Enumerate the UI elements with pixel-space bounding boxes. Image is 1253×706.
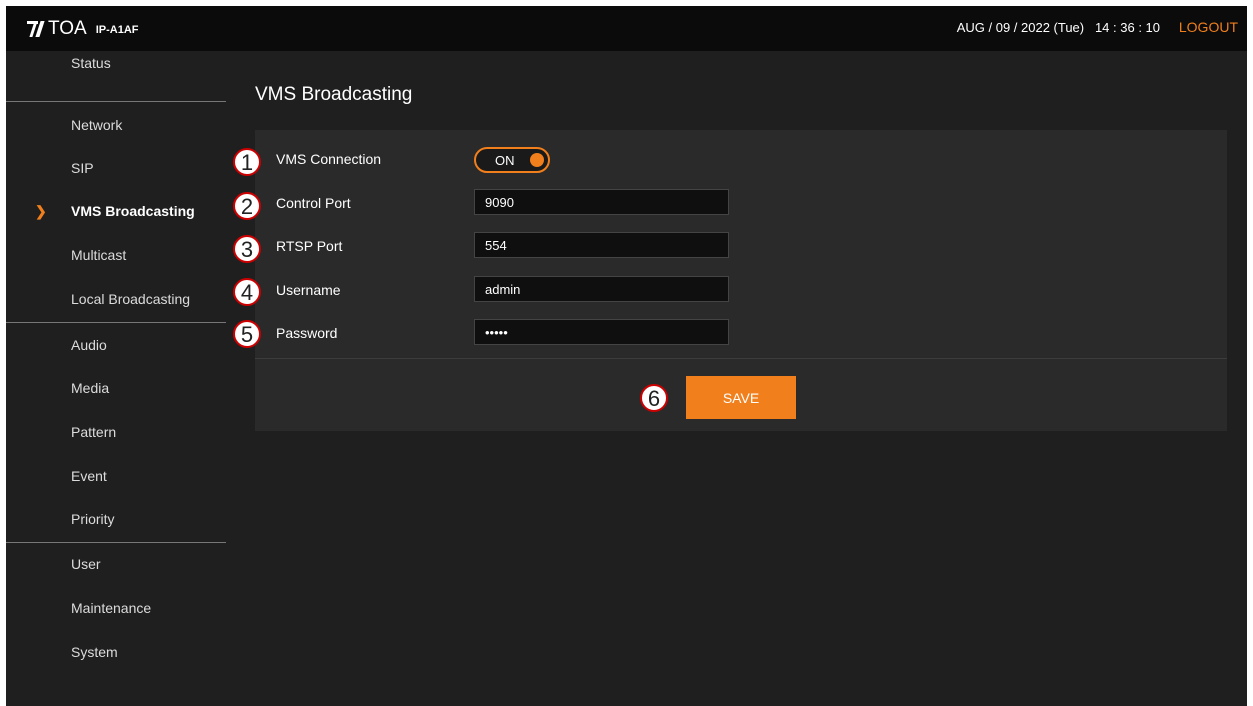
sidebar-divider — [6, 101, 226, 102]
brand-name: TOA — [48, 18, 87, 39]
callout-4-badge: 4 — [233, 278, 261, 306]
sidebar-item-label: Network — [71, 117, 123, 133]
password-label: Password — [276, 325, 338, 341]
sidebar-item-label: Status — [71, 55, 111, 71]
sidebar-item-maintenance[interactable]: Maintenance — [6, 587, 226, 630]
sidebar-item-sip[interactable]: SIP — [6, 147, 226, 190]
sidebar-item-audio[interactable]: Audio — [6, 323, 226, 366]
rtsp-port-label: RTSP Port — [276, 238, 343, 254]
toggle-state-text: ON — [495, 153, 515, 168]
vms-connection-toggle[interactable]: ON — [474, 147, 550, 173]
rtsp-port-input[interactable]: 554 — [474, 232, 729, 258]
sidebar-item-status[interactable]: Status — [6, 51, 226, 94]
sidebar-item-label: System — [71, 644, 118, 660]
sidebar-item-label: Multicast — [71, 247, 127, 263]
page-title: VMS Broadcasting — [255, 84, 413, 105]
sidebar-item-label: Audio — [71, 337, 107, 353]
toggle-knob — [530, 153, 544, 167]
vms-connection-label: VMS Connection — [276, 151, 382, 167]
sidebar-item-label: User — [71, 556, 101, 572]
callout-2-badge: 2 — [233, 192, 261, 220]
username-input[interactable]: admin — [474, 276, 729, 302]
app-frame: TOA IP-A1AF AUG / 09 / 2022 (Tue) 14 : 3… — [6, 6, 1247, 706]
callout-6-badge: 6 — [640, 384, 668, 412]
sidebar-item-media[interactable]: Media — [6, 366, 226, 409]
sidebar-item-pattern[interactable]: Pattern — [6, 411, 226, 454]
save-button[interactable]: SAVE — [686, 376, 796, 419]
settings-panel: VMS Connection ON Control Port 9090 RTSP… — [255, 130, 1227, 431]
password-input[interactable]: ••••• — [474, 319, 729, 345]
sidebar-item-label: Pattern — [71, 424, 117, 440]
sidebar-item-network[interactable]: Network — [6, 105, 226, 148]
username-label: Username — [276, 282, 341, 298]
device-model: IP-A1AF — [95, 24, 139, 36]
callout-1-badge: 1 — [233, 148, 261, 176]
sidebar-item-label: Priority — [71, 511, 115, 527]
control-port-label: Control Port — [276, 195, 351, 211]
date-time-display: AUG / 09 / 2022 (Tue) 14 : 36 : 10 — [956, 20, 1160, 35]
callout-3-badge: 3 — [233, 235, 261, 263]
control-port-input[interactable]: 9090 — [474, 189, 729, 215]
sidebar-item-system[interactable]: System — [6, 631, 226, 674]
panel-divider — [255, 358, 1227, 359]
sidebar-item-multicast[interactable]: Multicast — [6, 234, 226, 277]
sidebar-item-label: Maintenance — [71, 600, 152, 616]
sidebar-item-vms-broadcasting[interactable]: ❯ VMS Broadcasting — [6, 190, 226, 233]
brand-logo: TOA IP-A1AF — [27, 18, 139, 39]
callout-5-badge: 5 — [233, 320, 261, 348]
sidebar-item-user[interactable]: User — [6, 543, 226, 586]
sidebar-item-label: SIP — [71, 160, 94, 176]
sidebar-item-event[interactable]: Event — [6, 454, 226, 497]
sidebar-item-label: Local Broadcasting — [71, 291, 191, 307]
sidebar-item-priority[interactable]: Priority — [6, 498, 226, 541]
sidebar-item-local-broadcasting[interactable]: Local Broadcasting — [6, 277, 226, 320]
sidebar-item-label: Event — [71, 468, 107, 484]
sidebar-item-label: Media — [71, 380, 110, 396]
logout-link[interactable]: LOGOUT — [1179, 19, 1238, 35]
top-bar: TOA IP-A1AF AUG / 09 / 2022 (Tue) 14 : 3… — [6, 6, 1247, 51]
active-chevron-icon: ❯ — [35, 203, 47, 219]
toa-logo-icon — [27, 21, 45, 37]
sidebar-item-label: VMS Broadcasting — [71, 203, 195, 219]
